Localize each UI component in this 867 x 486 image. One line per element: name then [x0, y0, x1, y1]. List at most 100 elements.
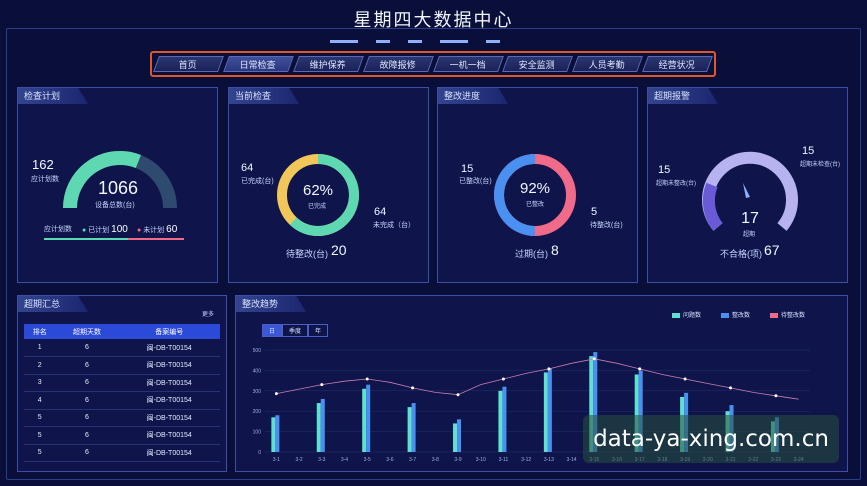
- nav-tab-label: 维护保养: [309, 60, 346, 70]
- x-tick-label: 3-14: [567, 457, 577, 463]
- y-tick-label: 500: [253, 348, 262, 354]
- bar-problem: [407, 407, 412, 452]
- alarm-center-value: 17: [741, 210, 759, 227]
- nav-tab-label: 故障报修: [379, 60, 416, 70]
- trend-tab-1[interactable]: 季度: [282, 324, 309, 337]
- trend-legend: 问题数 整改数 待整改数: [672, 310, 805, 319]
- table-row[interactable]: 5 6 闽-DB-T00154: [24, 426, 220, 445]
- plan-total-value: 162: [32, 157, 54, 172]
- progress-pending-value: 5: [591, 206, 598, 218]
- line-point: [274, 392, 278, 396]
- line-point: [456, 393, 460, 397]
- bar-fixed: [457, 419, 462, 452]
- table-row[interactable]: 4 6 闽-DB-T00154: [24, 391, 220, 410]
- alarm-fail-value: 67: [764, 242, 780, 258]
- x-tick-label: 3-1: [273, 457, 280, 463]
- table-row[interactable]: 5 6 闽-DB-T00154: [24, 409, 220, 427]
- legend-item: 待整改数: [770, 310, 805, 319]
- planned-value: 100: [111, 224, 128, 235]
- table-cell: 5: [24, 426, 56, 445]
- table-cell: 6: [55, 374, 119, 392]
- x-tick-label: 3-13: [544, 457, 554, 463]
- nav-tab-6[interactable]: 人员考勤: [572, 56, 644, 72]
- table-row[interactable]: 1 6 闽-DB-T00154: [24, 339, 220, 357]
- trend-tab-2[interactable]: 年: [308, 324, 329, 337]
- line-point: [638, 367, 642, 371]
- trend-tab-0[interactable]: 日: [262, 324, 283, 337]
- y-tick-label: 100: [253, 430, 262, 436]
- line-point: [365, 377, 369, 381]
- column-header: 超期天数: [55, 324, 119, 339]
- table-cell: 闽-DB-T00154: [118, 356, 220, 375]
- y-tick-label: 300: [253, 389, 262, 395]
- progress-center-label: 已整改: [526, 202, 545, 208]
- alarm-center-label: 超期: [743, 232, 756, 238]
- bar-fixed: [320, 398, 325, 452]
- trend-tabs: 日季度年: [262, 324, 329, 337]
- title-decoration: [330, 40, 540, 45]
- legend-swatch-icon: [770, 312, 779, 318]
- nav-tab-label: 一机一档: [449, 60, 486, 70]
- nav-tab-3[interactable]: 故障报修: [362, 56, 434, 72]
- plan-center-value: 1066: [97, 178, 139, 198]
- line-point: [411, 386, 415, 390]
- nav-tab-7[interactable]: 经营状况: [642, 56, 713, 72]
- summary-more-link[interactable]: 更多: [202, 309, 214, 318]
- panel-title: 当前检查: [229, 88, 299, 104]
- panel-title: 超期报警: [648, 88, 718, 104]
- table-row[interactable]: 2 6 闽-DB-T00154: [24, 356, 220, 375]
- line-point: [501, 377, 505, 381]
- page-title: 星期四大数据中心: [353, 10, 514, 30]
- progress-done-label: 已整改(台): [459, 178, 492, 185]
- current-done-label: 已完成(台): [241, 178, 274, 185]
- planned-label: 已计划: [88, 227, 110, 234]
- summary-table: 排名 超期天数 备案编号 1 6 闽-DB-T00154 2 6 闽-DB-T00154 3 6 闽…: [24, 324, 220, 462]
- table-cell: 5: [24, 444, 56, 462]
- x-tick-label: 3-7: [409, 457, 416, 463]
- watermark: data-ya-xing.com.cn: [583, 415, 839, 463]
- current-pending-value: 20: [331, 242, 347, 258]
- bar-fixed: [502, 386, 507, 452]
- legend-item: 问题数: [672, 310, 701, 319]
- alarm-left-value: 15: [658, 164, 671, 176]
- table-cell: 2: [24, 356, 56, 375]
- bar-problem: [362, 388, 367, 452]
- plan-center-label: 设备总数(台): [95, 202, 135, 209]
- gauge-needle-icon: [743, 183, 750, 198]
- legend-label: 整改数: [732, 313, 751, 319]
- nav-tab-2[interactable]: 维护保养: [292, 56, 364, 72]
- nav-tab-1[interactable]: 日常检查: [222, 56, 294, 72]
- x-tick-label: 3-12: [521, 457, 531, 463]
- table-row[interactable]: 3 6 闽-DB-T00154: [24, 374, 220, 392]
- current-undone-value: 64: [374, 206, 387, 218]
- nav-tab-0[interactable]: 首页: [153, 56, 224, 72]
- x-tick-label: 3-10: [476, 457, 486, 463]
- table-cell: 3: [24, 374, 56, 392]
- nav-tab-4[interactable]: 一机一档: [432, 56, 504, 72]
- nav-tab-label: 首页: [179, 60, 198, 70]
- line-point: [547, 367, 551, 371]
- nav-tab-5[interactable]: 安全监测: [502, 56, 574, 72]
- table-cell: 1: [24, 339, 56, 357]
- bar-fixed: [275, 415, 280, 452]
- x-tick-label: 3-8: [432, 457, 439, 463]
- y-tick-label: 0: [258, 450, 261, 456]
- unplanned-label: 未计划: [143, 227, 165, 234]
- nav-bar: 首页 日常检查 维护保养 故障报修 一机一档 安全监测 人员考勤 经营状况: [150, 51, 716, 77]
- plan-legend-title: 应计划数: [44, 226, 72, 233]
- table-cell: 4: [24, 391, 56, 410]
- table-cell: 闽-DB-T00154: [118, 409, 220, 427]
- unplanned-value: 60: [166, 224, 178, 235]
- legend-swatch-icon: [721, 312, 730, 318]
- progress-pending-label: 待整改(台): [590, 222, 623, 229]
- bar-problem: [453, 423, 458, 452]
- alarm-right-value: 15: [802, 145, 815, 157]
- line-pending: [276, 358, 799, 400]
- bar-problem: [498, 390, 503, 452]
- table-row[interactable]: 5 6 闽-DB-T00154: [24, 444, 220, 462]
- legend-label: 待整改数: [781, 313, 806, 319]
- table-cell: 闽-DB-T00154: [118, 339, 220, 357]
- table-cell: 6: [55, 391, 119, 410]
- table-cell: 6: [55, 356, 119, 375]
- table-cell: 6: [55, 409, 119, 427]
